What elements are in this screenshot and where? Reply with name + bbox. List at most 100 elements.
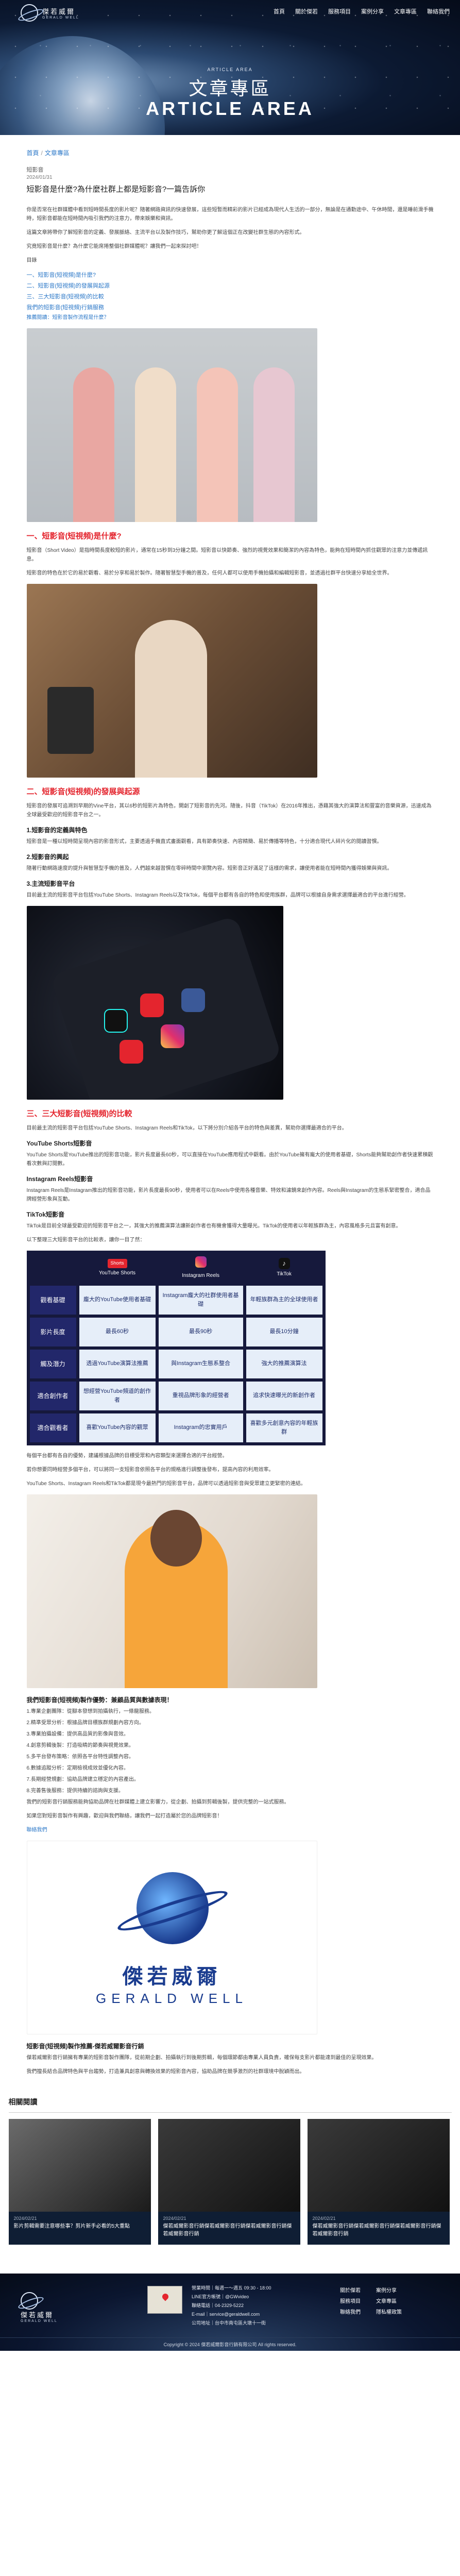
table-cell: 喜歡多元創意內容的年輕族群	[246, 1413, 322, 1442]
nav-item-contact[interactable]: 聯絡我們	[427, 7, 450, 15]
footer-nav-item[interactable]: 隱私權政策	[376, 2308, 412, 2315]
phone-number[interactable]: 聯絡電話｜04-2329-5222	[192, 2301, 271, 2310]
logo-text: 傑若威爾	[42, 8, 76, 15]
subsection-paragraph: 隨著行動網路速度的提升與智慧型手機的普及，人們越來越習慣在零碎時間中瀏覽內容。短…	[26, 865, 393, 871]
related-card-title: 影片剪輯需要注意哪些事？剪片新手必看的5大重點	[13, 2223, 130, 2229]
breadcrumb-home[interactable]: 首頁	[27, 149, 39, 157]
table-corner	[29, 1253, 76, 1283]
section-paragraph: 目前最主流的短影音平台包括YouTube Shorts、Instagram Re…	[26, 1125, 347, 1131]
site-logo[interactable]: 傑若威爾 GERALD WELL	[21, 4, 79, 22]
footer-nav: 關於傑若 案例分享 服務項目 文章專區 聯絡我們 隱私權政策	[340, 2286, 412, 2315]
list-item: 7.長期經營規劃：協助品牌建立穩定的內容產出。	[26, 1776, 139, 1782]
table-cell: 與Instagram生態系整合	[158, 1349, 243, 1378]
company-address: 公司地址｜台中市南屯區大墩十一街	[192, 2320, 266, 2326]
nav-item-articles[interactable]: 文章專區	[394, 7, 417, 15]
intro-paragraph: 你是否常在社群媒體中看到短時間長度的影片呢？隨著網路資訊的快速發展，這些短暫而精…	[26, 207, 434, 222]
related-card-title: 傑若威爾影音行銷傑若威爾影音行銷傑若威爾影音行銷傑若威爾影音行銷	[163, 2223, 292, 2237]
business-hours: 營業時間｜每週一～週五 09:30 - 18:00	[192, 2285, 271, 2291]
row-label: 觀看基礎	[29, 1285, 76, 1315]
list-item: 2.精準受眾分析：根據品牌目標族群規劃內容方向。	[26, 1720, 144, 1726]
article-content: 首頁 / 文章專區 短影音 2024/01/31 短影音是什麼?為什麼社群上都是短影…	[26, 135, 434, 2076]
recommend-link[interactable]: 推薦閱讀：短影音製作流程是什麼？	[27, 313, 434, 322]
subsection-paragraph: 目前最主流的短影音平台包括YouTube Shorts、Instagram Re…	[26, 892, 409, 898]
table-cell: Instagram的忠實用戶	[158, 1413, 243, 1442]
logo-card-en: GERALD WELL	[96, 1990, 248, 2006]
table-row: 適合觀看者 喜歡YouTube內容的觀眾 Instagram的忠實用戶 喜歡多元…	[29, 1413, 322, 1442]
table-of-contents: 目錄 一、短影音(短視頻)是什麼? 二、短影音(短視頻)的發展與起源 三、三大短…	[27, 256, 434, 313]
table-cell: 最長60秒	[79, 1317, 156, 1346]
advantages-list: 1.專業企劃團隊：從腳本發想到拍攝執行，一條龍服務。 2.精準受眾分析：根據品牌…	[27, 1707, 434, 1795]
planet-logo-icon	[21, 4, 38, 22]
footer-logo-subtext: GERALD WELL	[21, 2319, 58, 2323]
table-cell: 透過YouTube演算法推薦	[79, 1349, 156, 1378]
section-heading-3: 三、三大短影音(短視頻)的比較	[26, 1109, 132, 1118]
footer-logo[interactable]: 傑若威爾 GERALD WELL	[21, 2292, 58, 2323]
list-item: 6.數據追蹤分析：定期檢視成效並優化內容。	[26, 1765, 129, 1771]
line-account[interactable]: LINE官方帳號｜@GWvideo	[192, 2293, 271, 2301]
table-cell: 龐大的YouTube使用者基礎	[79, 1285, 156, 1315]
section-paragraph: 若你想要同時經營多個平台，可以將同一支短影音依照各平台的規格進行調整後發布，提高…	[26, 1467, 274, 1473]
page-footer: 傑若威爾 GERALD WELL 營業時間｜每週一～週五 09:30 - 18:…	[0, 2273, 460, 2351]
list-item: 3.專業拍攝設備：提供高品質的影像與音效。	[26, 1731, 129, 1737]
comparison-table: Shorts YouTube Shorts Instagram Reels ♪ Ti…	[26, 1250, 326, 1445]
footer-nav-item[interactable]: 案例分享	[376, 2286, 412, 2294]
table-cell: 喜歡YouTube內容的觀眾	[79, 1413, 156, 1442]
contact-link[interactable]: 聯絡我們	[27, 1826, 434, 1834]
table-header-row: Shorts YouTube Shorts Instagram Reels ♪ Ti…	[29, 1253, 322, 1283]
toc-link[interactable]: 我們的短影音(短視頻)行銷服務	[27, 302, 434, 313]
related-card[interactable]: 2024/02/21 傑若威爾影音行銷傑若威爾影音行銷傑若威爾影音行銷傑若威爾影…	[158, 2118, 300, 2245]
hero-english-title: ARTICLE AREA	[146, 98, 314, 119]
toc-link[interactable]: 二、短影音(短視頻)的發展與起源	[27, 281, 434, 292]
column-header-tiktok: ♪ TikTok	[246, 1253, 322, 1283]
nav-item-cases[interactable]: 案例分享	[361, 7, 384, 15]
section-paragraph: 我們擅長結合品牌特色與平台趨勢，打造兼具創意與轉換效果的短影音內容，協助品牌在競…	[26, 2068, 305, 2075]
table-cell: Instagram龐大的社群使用者基礎	[158, 1285, 243, 1315]
table-cell: 想經營YouTube頻道的創作者	[79, 1381, 156, 1410]
section-paragraph: 短影音的發展可追溯到早期的Vine平台，其以6秒的短影片為特色，開創了短影音的先…	[26, 803, 432, 818]
related-card-date: 2024/02/21	[163, 2215, 186, 2221]
row-label: 觸及潛力	[29, 1349, 76, 1378]
table-row: 影片長度 最長60秒 最長90秒 最長10分鐘	[29, 1317, 322, 1346]
main-nav: 首頁 關於傑若 服務項目 案例分享 文章專區 聯絡我們	[274, 7, 450, 15]
related-heading: 相關閱讀	[8, 2097, 38, 2106]
footer-nav-item[interactable]: 聯絡我們	[340, 2308, 376, 2315]
related-card-image	[158, 2118, 300, 2212]
page-header: 傑若威爾 GERALD WELL 首頁 關於傑若 服務項目 案例分享 文章專區 …	[0, 0, 460, 135]
nav-item-services[interactable]: 服務項目	[328, 7, 351, 15]
table-cell: 重視品牌形象的經營者	[158, 1381, 243, 1410]
column-header-youtube: Shorts YouTube Shorts	[79, 1253, 156, 1283]
toc-link[interactable]: 一、短影音(短視頻)是什麼?	[27, 270, 434, 281]
related-card[interactable]: 2024/02/21 影片剪輯需要注意哪些事？剪片新手必看的5大重點	[8, 2118, 151, 2245]
footer-nav-item[interactable]: 關於傑若	[340, 2286, 376, 2294]
instagram-icon	[195, 1256, 207, 1268]
dancers-photo	[26, 328, 317, 522]
footer-nav-item[interactable]: 文章專區	[376, 2297, 412, 2304]
section-heading-2: 二、短影音(短視頻)的發展與起源	[26, 787, 140, 796]
email-address[interactable]: E-mail｜service@geraldwell.com	[192, 2310, 271, 2319]
youtube-shorts-icon: Shorts	[107, 1259, 127, 1268]
platform-heading: TikTok短影音	[26, 1210, 65, 1218]
platform-paragraph: YouTube Shorts是YouTube推出的短影音功能，影片長度最長60秒…	[26, 1152, 433, 1167]
nav-item-about[interactable]: 關於傑若	[295, 7, 318, 15]
toc-link[interactable]: 三、三大短影音(短視頻)的比較	[27, 292, 434, 302]
section-paragraph: 傑若威爾影音行銷擁有專業的短影音製作團隊，從前期企劃、拍攝執行到後期剪輯，每個環…	[26, 2055, 377, 2061]
table-row: 適合創作者 想經營YouTube頻道的創作者 重視品牌形象的經營者 追求快速曝光…	[29, 1381, 322, 1410]
planet-logo-icon	[21, 2292, 38, 2310]
nav-item-home[interactable]: 首頁	[274, 7, 285, 15]
subsection-heading: 1.短影音的定義與特色	[26, 826, 88, 834]
section-heading-1: 一、短影音(短視頻)是什麼?	[26, 531, 122, 541]
toc-heading: 目錄	[26, 258, 37, 263]
footer-nav-item[interactable]: 服務項目	[340, 2297, 376, 2304]
list-item: 5.多平台發布策略：依照各平台特性調整內容。	[26, 1754, 134, 1760]
section-paragraph: 短影音（Short Video）是指時間長度較短的影片，通常在15秒到3分鐘之間…	[26, 547, 428, 562]
section-paragraph: 我們的短影音行銷服務能夠協助品牌在社群媒體上建立影響力，從企劃、拍攝到剪輯後製，…	[26, 1799, 289, 1805]
breadcrumb-articles[interactable]: 文章專區	[45, 149, 70, 157]
location-map[interactable]	[147, 2285, 182, 2314]
table-row: 觸及潛力 透過YouTube演算法推薦 與Instagram生態系整合 強大的推…	[29, 1349, 322, 1378]
related-card-date: 2024/02/21	[13, 2215, 37, 2221]
row-label: 適合創作者	[29, 1381, 76, 1410]
intro-paragraph: 這篇文章將帶你了解短影音的定義、發展脈絡、主流平台以及製作技巧，幫助你更了解這個…	[26, 230, 305, 235]
related-card[interactable]: 2024/02/21 傑若威爾影音行銷傑若威爾影音行銷傑若威爾影音行銷傑若威爾影…	[307, 2118, 450, 2245]
row-label: 影片長度	[29, 1317, 76, 1346]
platform-paragraph: Instagram Reels是Instagram推出的短影音功能，影片長度最長…	[26, 1187, 431, 1202]
